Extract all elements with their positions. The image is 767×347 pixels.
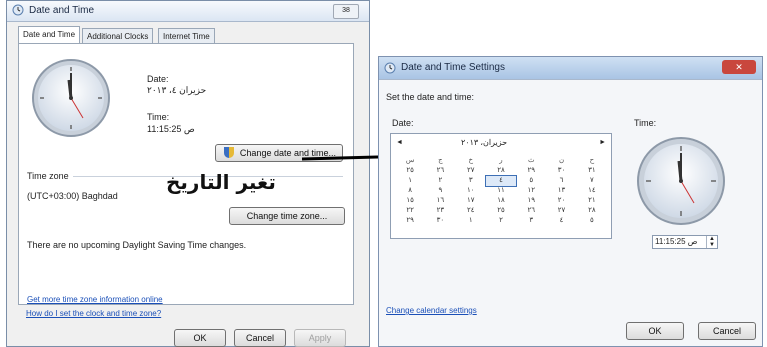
- shield-icon: [224, 147, 234, 158]
- calendar-day[interactable]: ٢٧: [456, 166, 486, 176]
- calendar-day[interactable]: ٩: [425, 186, 455, 196]
- calendar-day[interactable]: ٢٩: [395, 216, 425, 226]
- apply-button[interactable]: Apply: [294, 329, 346, 347]
- calendar-day-selected[interactable]: ٤: [484, 175, 518, 187]
- set-date-time-instruction: Set the date and time:: [386, 92, 475, 102]
- time-value: 11:15:25 ص: [147, 124, 195, 134]
- date-label: Date:: [147, 74, 169, 84]
- calendar-day[interactable]: ٢٢: [395, 206, 425, 216]
- settings-ok-button[interactable]: OK: [626, 322, 684, 340]
- weekday: ح: [589, 157, 595, 164]
- cancel-button[interactable]: Cancel: [234, 329, 286, 347]
- calendar-day[interactable]: ١٢: [516, 186, 546, 196]
- weekday: ر: [499, 157, 503, 164]
- calendar-day[interactable]: ١٠: [456, 186, 486, 196]
- weekday: ن: [558, 157, 565, 164]
- close-icon[interactable]: ✕: [722, 60, 756, 74]
- analog-clock: [32, 59, 110, 137]
- tab-date-and-time[interactable]: Date and Time: [18, 26, 81, 44]
- calendar-grid: س ج خ ر ث ن ح ٢٥ ٢٦ ٢٧ ٢٨ ٢٩ ٣٠ ٣١ ١ ٢ ٣…: [395, 156, 607, 226]
- calendar-day[interactable]: ٢٧: [546, 206, 576, 216]
- calendar-day[interactable]: ٣١: [577, 166, 607, 176]
- calendar-day[interactable]: ٣٠: [546, 166, 576, 176]
- calendar-day[interactable]: ١٥: [395, 196, 425, 206]
- timezone-label: Time zone: [27, 171, 69, 181]
- clock-app-icon: [384, 62, 396, 74]
- title-bar: Date and Time 38: [7, 1, 369, 22]
- weekday: ث: [527, 157, 535, 164]
- calendar-week: ١٥ ١٦ ١٧ ١٨ ١٩ ٢٠ ٢١: [395, 196, 607, 206]
- calendar-day[interactable]: ٥: [577, 216, 607, 226]
- calendar-day[interactable]: ١٧: [456, 196, 486, 206]
- calendar-day[interactable]: ٢٦: [425, 166, 455, 176]
- calendar-day[interactable]: ١: [395, 176, 425, 186]
- spin-arrows-icon[interactable]: ▲ ▼: [706, 236, 717, 248]
- date-value: حزيران ٤، ٢٠١٣: [147, 85, 207, 95]
- calendar-day[interactable]: ٥: [516, 176, 546, 186]
- weekday: خ: [468, 157, 473, 164]
- calendar-day[interactable]: ٦: [546, 176, 576, 186]
- calendar-day[interactable]: ٢٥: [395, 166, 425, 176]
- window-title: Date and Time: [29, 5, 95, 16]
- tab-internet-time[interactable]: Internet Time: [158, 28, 215, 44]
- analog-clock: [637, 137, 725, 225]
- calendar-day[interactable]: ٢٤: [456, 206, 486, 216]
- calendar-day[interactable]: ٨: [395, 186, 425, 196]
- set-clock-help-link[interactable]: How do I set the clock and time zone?: [26, 309, 161, 318]
- calendar-day[interactable]: ٢٠: [546, 196, 576, 206]
- calendar-day[interactable]: ٢٥: [486, 206, 516, 216]
- next-month-icon[interactable]: ►: [599, 139, 606, 146]
- calendar-week: ٢٥ ٢٦ ٢٧ ٢٨ ٢٩ ٣٠ ٣١: [395, 166, 607, 176]
- calendar-week: ٢٢ ٢٣ ٢٤ ٢٥ ٢٦ ٢٧ ٢٨: [395, 206, 607, 216]
- calendar-day[interactable]: ٢٩: [516, 166, 546, 176]
- calendar-day[interactable]: ١٤: [577, 186, 607, 196]
- calendar-day[interactable]: ١٩: [516, 196, 546, 206]
- calendar-week: ٨ ٩ ١٠ ١١ ١٢ ١٣ ١٤: [395, 186, 607, 196]
- calendar[interactable]: ◄ حزيران، ٢٠١٣ ► س ج خ ر ث ن ح ٢٥ ٢٦ ٢٧ …: [390, 133, 612, 239]
- calendar-day[interactable]: ٢٨: [486, 166, 516, 176]
- clock-time-label: Time:: [634, 118, 657, 128]
- calendar-day[interactable]: ١١: [486, 186, 516, 196]
- calendar-day[interactable]: ٢٣: [425, 206, 455, 216]
- clock-app-icon: [12, 4, 24, 16]
- calendar-day[interactable]: ١٦: [425, 196, 455, 206]
- calendar-week: ٢٩ ٣٠ ١ ٢ ٣ ٤ ٥: [395, 216, 607, 226]
- calendar-day[interactable]: ٣: [456, 176, 486, 186]
- time-spinner-input[interactable]: 11:15:25 ص ▲ ▼: [652, 235, 718, 249]
- calendar-week: ١ ٢ ٣ ٤ ٥ ٦ ٧: [395, 175, 607, 187]
- calendar-day[interactable]: ٢١: [577, 196, 607, 206]
- calendar-day[interactable]: ٢: [425, 176, 455, 186]
- calendar-day[interactable]: ٤: [546, 216, 576, 226]
- calendar-date-label: Date:: [392, 118, 414, 128]
- calendar-day[interactable]: ١٣: [546, 186, 576, 196]
- annotation-text: تغير التاريخ: [166, 170, 276, 194]
- calendar-day[interactable]: ٢: [486, 216, 516, 226]
- calendar-day[interactable]: ٣٠: [425, 216, 455, 226]
- timezone-value: (UTC+03:00) Baghdad: [27, 191, 118, 201]
- timezone-info-link[interactable]: Get more time zone information online: [27, 295, 163, 304]
- weekday-header: س ج خ ر ث ن ح: [395, 156, 607, 166]
- weekday: س: [405, 157, 415, 164]
- ok-button[interactable]: OK: [174, 329, 226, 347]
- prev-month-icon[interactable]: ◄: [396, 139, 403, 146]
- tab-additional-clocks[interactable]: Additional Clocks: [82, 28, 154, 44]
- calendar-day[interactable]: ١٨: [486, 196, 516, 206]
- time-spinner-value: 11:15:25 ص: [655, 237, 698, 246]
- time-label: Time:: [147, 112, 170, 122]
- calendar-day[interactable]: ٣: [516, 216, 546, 226]
- calendar-day[interactable]: ١: [456, 216, 486, 226]
- weekday: ج: [438, 157, 443, 164]
- close-button[interactable]: 38: [333, 4, 359, 19]
- settings-window-title: Date and Time Settings: [401, 62, 505, 73]
- change-timezone-button[interactable]: Change time zone...: [229, 207, 345, 225]
- dst-text: There are no upcoming Daylight Saving Ti…: [27, 240, 247, 250]
- calendar-day[interactable]: ٢٨: [577, 206, 607, 216]
- calendar-settings-link[interactable]: Change calendar settings: [386, 306, 477, 315]
- calendar-day[interactable]: ٧: [577, 176, 607, 186]
- calendar-day[interactable]: ٢٦: [516, 206, 546, 216]
- settings-title-bar: Date and Time Settings ✕: [379, 57, 762, 80]
- settings-cancel-button[interactable]: Cancel: [698, 322, 756, 340]
- calendar-month-header[interactable]: حزيران، ٢٠١٣: [461, 138, 507, 147]
